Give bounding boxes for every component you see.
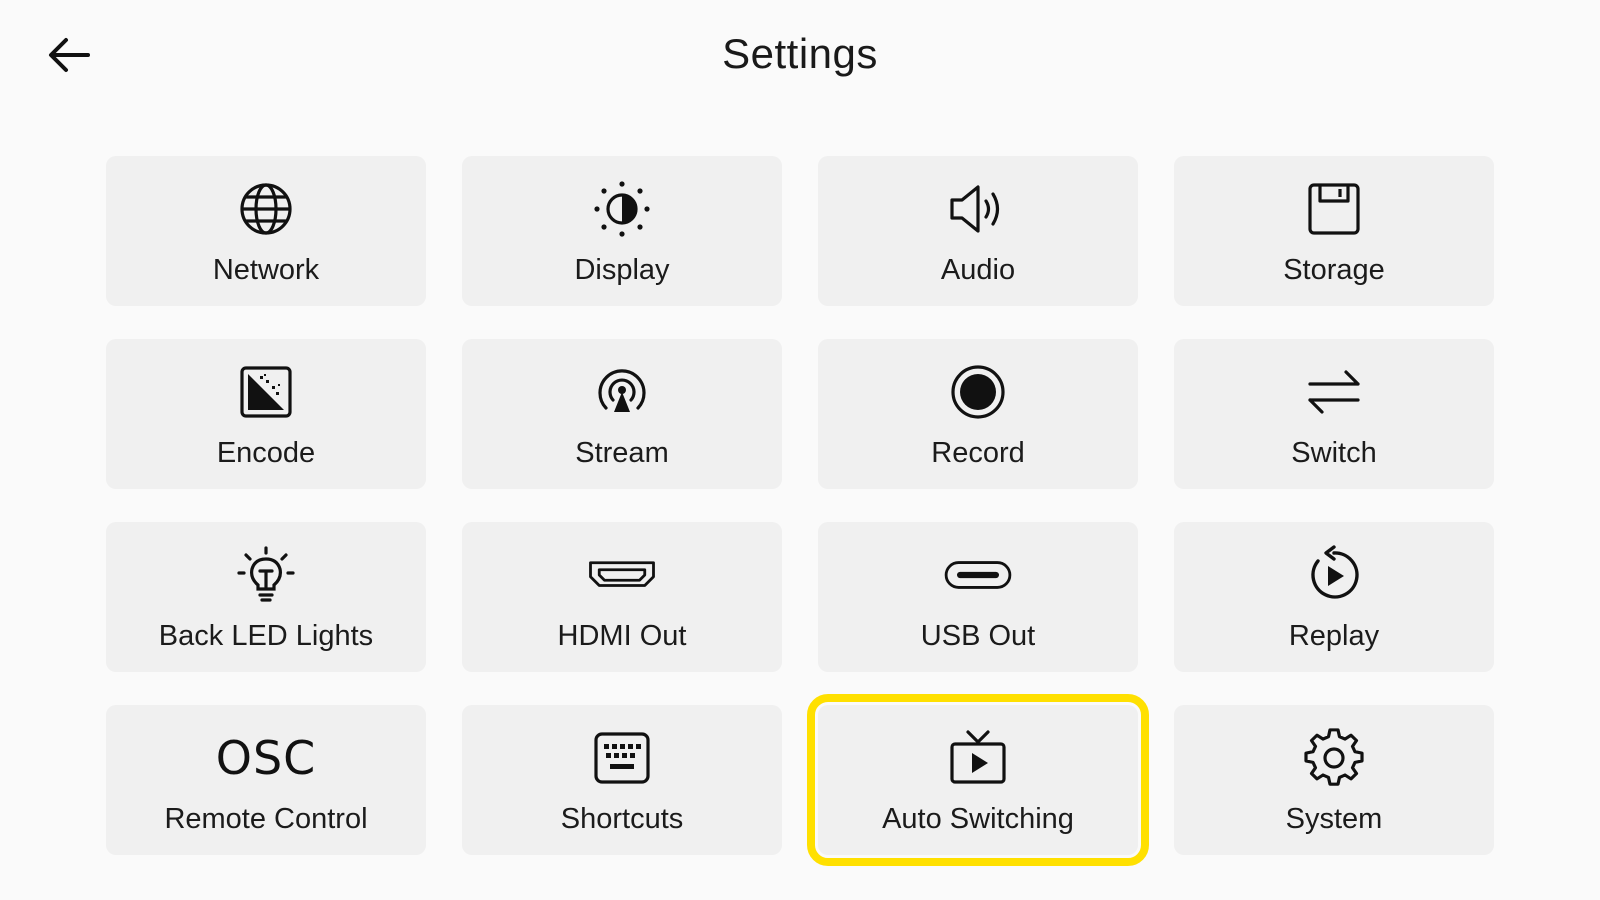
tile-label: Back LED Lights	[158, 620, 374, 652]
tile-label: Storage	[1283, 254, 1385, 286]
tile-display[interactable]: Display	[462, 156, 782, 306]
keyboard-icon	[594, 732, 650, 784]
tile-switch[interactable]: Switch	[1174, 339, 1494, 489]
brightness-icon	[594, 181, 650, 237]
tile-network[interactable]: Network	[106, 156, 426, 306]
tv-play-icon	[950, 730, 1006, 784]
tile-label: Network	[212, 254, 320, 286]
tile-auto-switching[interactable]: Auto Switching	[807, 694, 1149, 866]
tile-stream[interactable]: Stream	[462, 339, 782, 489]
settings-grid: Network Display Audio Storage Encode Str…	[106, 156, 1494, 866]
gear-icon	[1304, 728, 1364, 786]
tile-label: Encode	[216, 437, 316, 469]
tile-label: USB Out	[920, 620, 1036, 652]
tile-usb-out[interactable]: USB Out	[818, 522, 1138, 672]
gradient-square-icon	[240, 366, 292, 418]
tile-label: Auto Switching	[882, 803, 1074, 835]
broadcast-icon	[598, 369, 646, 412]
record-icon	[951, 365, 1005, 419]
tile-replay[interactable]: Replay	[1174, 522, 1494, 672]
osc-text-icon: OSC	[215, 731, 317, 785]
tile-storage[interactable]: Storage	[1174, 156, 1494, 306]
floppy-disk-icon	[1308, 183, 1360, 235]
tile-shortcuts[interactable]: Shortcuts	[462, 705, 782, 855]
globe-icon	[240, 183, 292, 235]
page-title: Settings	[722, 30, 878, 77]
tile-audio[interactable]: Audio	[818, 156, 1138, 306]
tile-label: Shortcuts	[560, 803, 684, 835]
hdmi-port-icon	[589, 561, 655, 587]
replay-icon	[1311, 545, 1359, 599]
bulb-icon	[237, 546, 295, 602]
speaker-icon	[950, 185, 1000, 233]
swap-arrows-icon	[1308, 370, 1360, 414]
tile-label: Display	[574, 254, 670, 286]
tile-label: Replay	[1288, 620, 1380, 652]
tile-hdmi-out[interactable]: HDMI Out	[462, 522, 782, 672]
tile-record[interactable]: Record	[818, 339, 1138, 489]
tile-system[interactable]: System	[1174, 705, 1494, 855]
usb-c-port-icon	[944, 561, 1012, 589]
tile-label: Stream	[575, 437, 669, 469]
tile-back-led-lights[interactable]: Back LED Lights	[106, 522, 426, 672]
tile-label: Remote Control	[164, 803, 368, 835]
tile-encode[interactable]: Encode	[106, 339, 426, 489]
tile-remote-control[interactable]: OSC Remote Control	[106, 705, 426, 855]
tile-label: System	[1285, 803, 1383, 835]
tile-label: HDMI Out	[557, 620, 687, 652]
tile-label: Record	[931, 437, 1025, 469]
tile-label: Audio	[940, 254, 1016, 286]
tile-label: Switch	[1291, 437, 1377, 469]
